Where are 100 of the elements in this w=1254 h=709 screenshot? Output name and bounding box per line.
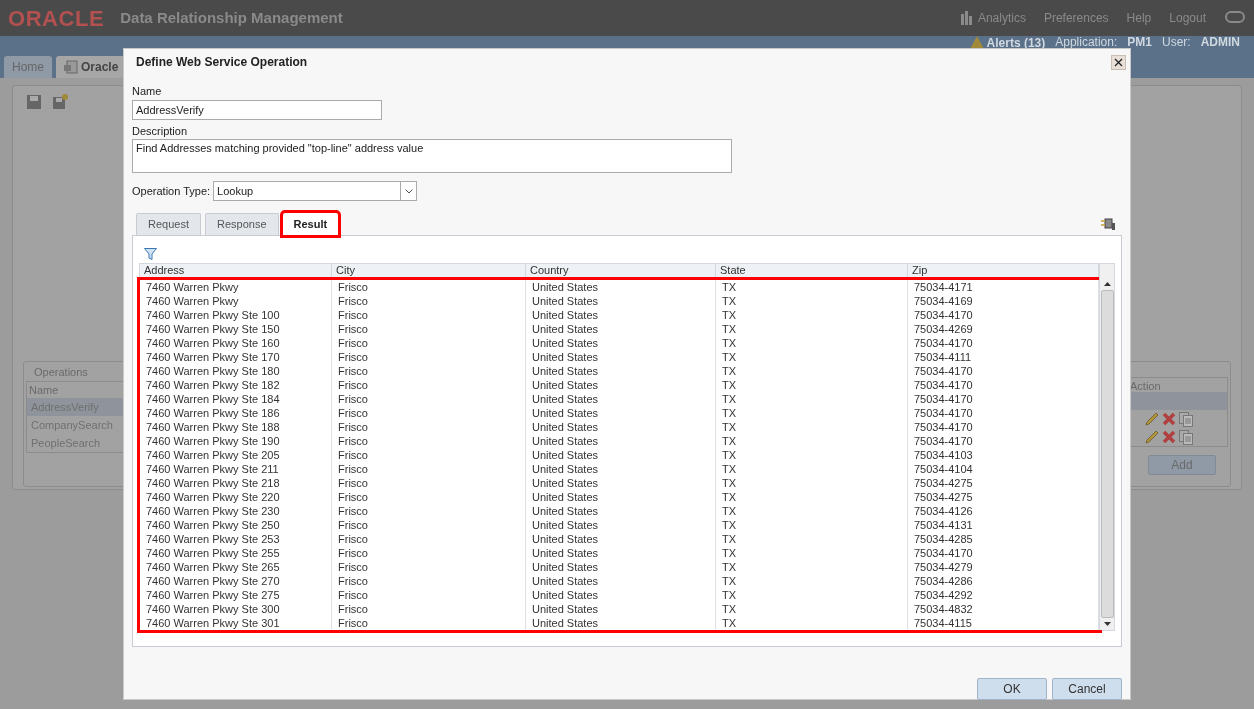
delete-icon[interactable] bbox=[1161, 411, 1177, 427]
column-header[interactable]: City bbox=[332, 264, 526, 277]
table-cell: TX bbox=[716, 434, 908, 448]
filter-icon[interactable] bbox=[144, 248, 157, 260]
table-cell: 7460 Warren Pkwy Ste 182 bbox=[140, 378, 332, 392]
name-field[interactable]: AddressVerify bbox=[132, 99, 382, 120]
table-cell: United States bbox=[526, 602, 716, 616]
table-cell: Frisco bbox=[332, 602, 526, 616]
table-cell: Frisco bbox=[332, 392, 526, 406]
table-cell: Frisco bbox=[332, 378, 526, 392]
table-cell: United States bbox=[526, 490, 716, 504]
table-cell: TX bbox=[716, 504, 908, 518]
table-cell: Frisco bbox=[332, 504, 526, 518]
description-field[interactable]: Find Addresses matching provided "top-line" address value bbox=[132, 139, 732, 173]
column-header[interactable]: Address bbox=[140, 264, 332, 277]
table-cell: TX bbox=[716, 588, 908, 602]
table-cell: TX bbox=[716, 462, 908, 476]
dialog-button[interactable]: OK bbox=[977, 678, 1047, 700]
dialog-tab[interactable]: Response bbox=[205, 213, 279, 235]
table-cell: TX bbox=[716, 364, 908, 378]
table-cell: United States bbox=[526, 504, 716, 518]
table-cell: 7460 Warren Pkwy Ste 255 bbox=[140, 546, 332, 560]
column-header[interactable]: Country bbox=[526, 264, 716, 277]
table-cell: United States bbox=[526, 616, 716, 630]
delete-icon[interactable] bbox=[1161, 429, 1177, 445]
table-cell: 7460 Warren Pkwy Ste 301 bbox=[140, 616, 332, 630]
table-cell: United States bbox=[526, 462, 716, 476]
table-cell: United States bbox=[526, 518, 716, 532]
table-cell: Frisco bbox=[332, 476, 526, 490]
table-cell: United States bbox=[526, 392, 716, 406]
table-cell: 7460 Warren Pkwy Ste 186 bbox=[140, 406, 332, 420]
copy-icon[interactable] bbox=[1178, 429, 1194, 445]
table-cell: United States bbox=[526, 448, 716, 462]
table-cell: United States bbox=[526, 406, 716, 420]
scroll-up-icon[interactable] bbox=[1103, 282, 1111, 286]
table-cell: TX bbox=[716, 378, 908, 392]
oracle-ring-icon bbox=[1224, 10, 1246, 26]
operation-type-label: Operation Type: bbox=[132, 183, 211, 199]
table-cell: 7460 Warren Pkwy Ste 211 bbox=[140, 462, 332, 476]
bar-chart-icon bbox=[960, 11, 975, 25]
table-cell: TX bbox=[716, 336, 908, 350]
chevron-down-icon bbox=[404, 188, 413, 194]
table-cell: Frisco bbox=[332, 518, 526, 532]
close-button[interactable] bbox=[1111, 54, 1126, 70]
table-cell: TX bbox=[716, 392, 908, 406]
table-cell: TX bbox=[716, 308, 908, 322]
dialog-button[interactable]: Cancel bbox=[1052, 678, 1122, 700]
save-icon[interactable] bbox=[26, 94, 42, 110]
table-cell: TX bbox=[716, 476, 908, 490]
table-cell: United States bbox=[526, 588, 716, 602]
table-cell: TX bbox=[716, 420, 908, 434]
table-cell: TX bbox=[716, 350, 908, 364]
pencil-icon[interactable] bbox=[1144, 429, 1160, 445]
table-cell: 7460 Warren Pkwy Ste 265 bbox=[140, 560, 332, 574]
table-cell: United States bbox=[526, 294, 716, 308]
scrollbar[interactable] bbox=[1099, 264, 1114, 630]
table-cell: 7460 Warren Pkwy bbox=[140, 280, 332, 294]
table-cell: TX bbox=[716, 560, 908, 574]
table-cell: Frisco bbox=[332, 616, 526, 630]
plug-icon[interactable] bbox=[1100, 217, 1116, 231]
table-cell: 7460 Warren Pkwy Ste 180 bbox=[140, 364, 332, 378]
table-cell: TX bbox=[716, 490, 908, 504]
table-cell: 7460 Warren Pkwy Ste 184 bbox=[140, 392, 332, 406]
table-cell: United States bbox=[526, 364, 716, 378]
user-label: User: bbox=[1162, 36, 1191, 48]
column-header[interactable]: State bbox=[716, 264, 908, 277]
table-cell: Frisco bbox=[332, 588, 526, 602]
table-cell: TX bbox=[716, 616, 908, 630]
table-cell: TX bbox=[716, 574, 908, 588]
description-label: Description bbox=[132, 123, 189, 139]
table-cell: 7460 Warren Pkwy Ste 275 bbox=[140, 588, 332, 602]
operation-type-select[interactable]: Lookup bbox=[213, 181, 418, 201]
table-cell: Frisco bbox=[332, 406, 526, 420]
operations-title: Operations bbox=[34, 365, 89, 380]
table-cell: Frisco bbox=[332, 434, 526, 448]
column-header: Action bbox=[1129, 379, 1162, 392]
scroll-down-icon[interactable] bbox=[1103, 622, 1111, 626]
table-cell: United States bbox=[526, 280, 716, 294]
table-cell: 7460 Warren Pkwy Ste 190 bbox=[140, 434, 332, 448]
app-title: Data Relationship Management bbox=[120, 7, 343, 28]
table-cell: Frisco bbox=[332, 574, 526, 588]
table-cell: Frisco bbox=[332, 336, 526, 350]
save-new-icon[interactable] bbox=[52, 94, 68, 110]
table-cell: TX bbox=[716, 294, 908, 308]
table-cell: 7460 Warren Pkwy Ste 230 bbox=[140, 504, 332, 518]
table-cell: 7460 Warren Pkwy bbox=[140, 294, 332, 308]
table-cell: United States bbox=[526, 378, 716, 392]
table-cell: 7460 Warren Pkwy Ste 170 bbox=[140, 350, 332, 364]
table-cell: TX bbox=[716, 448, 908, 462]
dialog-tab[interactable]: Request bbox=[136, 213, 201, 235]
table-cell: Frisco bbox=[332, 462, 526, 476]
table-cell: 7460 Warren Pkwy Ste 218 bbox=[140, 476, 332, 490]
copy-icon[interactable] bbox=[1178, 411, 1194, 427]
table-cell: TX bbox=[716, 322, 908, 336]
table-cell: TX bbox=[716, 532, 908, 546]
close-icon bbox=[1114, 57, 1123, 67]
table-cell: TX bbox=[716, 546, 908, 560]
logo: ORACLE bbox=[8, 4, 105, 33]
table-cell: TX bbox=[716, 602, 908, 616]
dialog-tab[interactable]: Result bbox=[282, 213, 339, 235]
